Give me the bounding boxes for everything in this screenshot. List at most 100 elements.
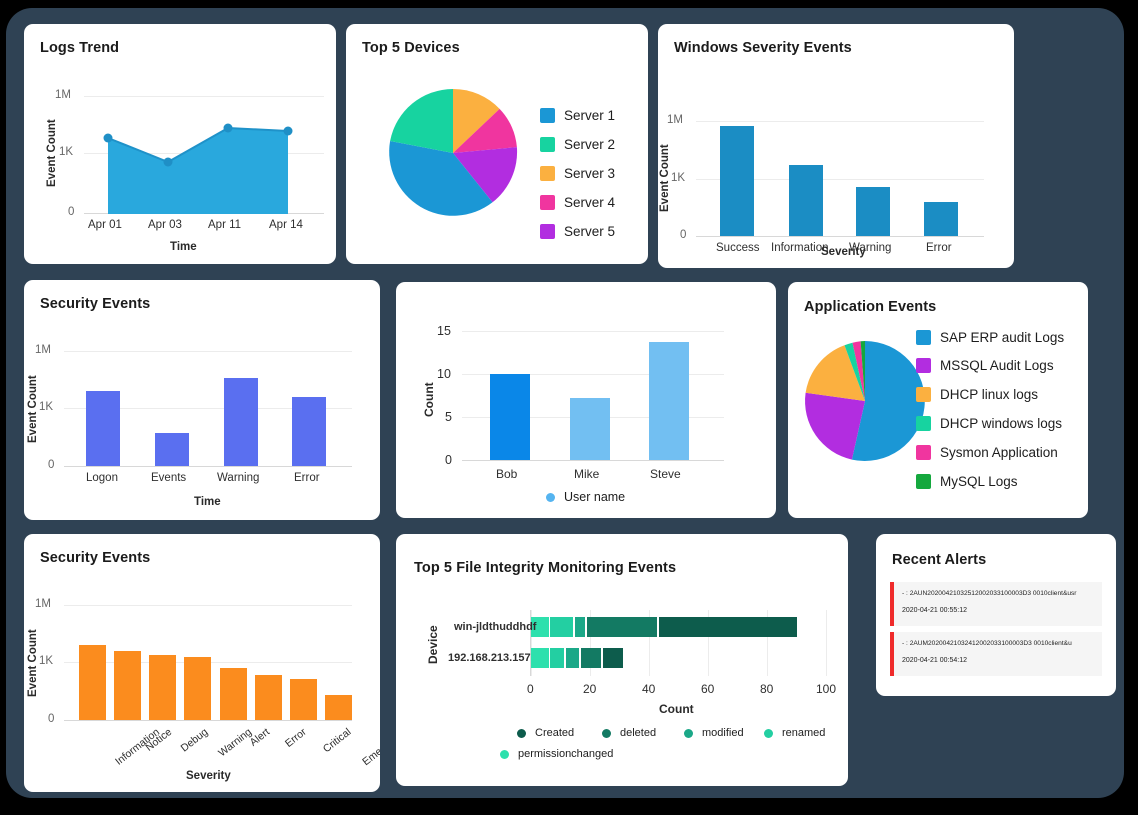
- card-security-events-time[interactable]: Security Events 1M 1K 0 Logon Events War…: [24, 280, 380, 520]
- legend-item-dhcp-linux-logs[interactable]: DHCP linux logs: [916, 387, 1038, 402]
- card-top5-devices[interactable]: Top 5 Devices Server 1 Server 2 Server 3: [346, 24, 648, 264]
- bar-warning[interactable]: [184, 657, 211, 720]
- card-application-events[interactable]: Application Events SAP ERP audit Logs MS…: [788, 282, 1088, 518]
- alert-timestamp: 2020-04-21 00:55:12: [902, 607, 967, 614]
- fim-segment-renamed[interactable]: [550, 648, 564, 668]
- x-tick-label: Emergency: [360, 726, 380, 769]
- bar-debug[interactable]: [149, 655, 176, 720]
- legend-item-created[interactable]: Created: [517, 727, 574, 739]
- y-axis-title: Event Count: [659, 144, 671, 212]
- gridline: [64, 605, 352, 606]
- x-tick-label: Error: [294, 472, 320, 484]
- legend-item-dhcp-windows-logs[interactable]: DHCP windows logs: [916, 416, 1062, 431]
- alert-message: - : 2AUM20200421032412002033100003D3 001…: [902, 640, 1072, 647]
- bar-events[interactable]: [155, 433, 189, 466]
- x-tick-label: Success: [716, 242, 760, 254]
- bar-information[interactable]: [789, 165, 823, 236]
- bar-emergency[interactable]: [325, 695, 352, 720]
- legend-dot-icon: [684, 728, 693, 738]
- legend-label: renamed: [782, 727, 826, 739]
- y-tick-label: 0: [48, 713, 55, 725]
- legend-item-permissionchanged[interactable]: permissionchanged: [500, 748, 613, 760]
- legend-swatch-icon: [540, 224, 555, 239]
- y-tick-label: win-jldthuddhdf: [454, 621, 537, 633]
- legend-item-sap-erp-audit-logs[interactable]: SAP ERP audit Logs: [916, 330, 1064, 345]
- y-tick-label: 192.168.213.157: [448, 652, 531, 664]
- legend-item-deleted[interactable]: deleted: [602, 727, 656, 739]
- legend-item-renamed[interactable]: renamed: [764, 727, 825, 739]
- legend-item-server-4[interactable]: Server 4: [540, 195, 615, 210]
- bar-information[interactable]: [79, 645, 106, 720]
- bar-mike[interactable]: [570, 398, 610, 460]
- card-user-counts[interactable]: 15 10 5 0 Bob Mike Steve Count User name: [396, 282, 776, 518]
- legend-label: modified: [702, 727, 744, 739]
- y-tick-label: 1K: [59, 146, 74, 158]
- fim-segment-deleted[interactable]: [587, 617, 658, 637]
- card-title-fim-events: Top 5 File Integrity Monitoring Events: [414, 560, 677, 576]
- legend-item-mssql-audit-logs[interactable]: MSSQL Audit Logs: [916, 358, 1054, 373]
- card-logs-trend[interactable]: Logs Trend 1M 1K 0 Apr 01 Apr 03 Apr 11 …: [24, 24, 336, 264]
- y-axis-title: Event Count: [46, 119, 58, 187]
- legend-item-modified[interactable]: modified: [684, 727, 744, 739]
- bar-warning[interactable]: [224, 378, 258, 466]
- x-tick-label: 80: [760, 682, 774, 696]
- fim-segment-created[interactable]: [659, 617, 797, 637]
- y-axis-title: Event Count: [27, 629, 39, 697]
- y-axis-line: [530, 610, 531, 676]
- y-tick-label: 1M: [667, 114, 683, 126]
- bar-notice[interactable]: [114, 651, 141, 720]
- bar-critical[interactable]: [290, 679, 317, 720]
- card-windows-severity[interactable]: Windows Severity Events 1M 1K 0 Success …: [658, 24, 1014, 268]
- x-tick-label: Error: [926, 242, 952, 254]
- x-tick-label: Alert: [247, 726, 272, 749]
- x-tick-label: Apr 03: [148, 219, 182, 231]
- card-title-top5-devices: Top 5 Devices: [362, 40, 460, 56]
- fim-segment-permissionchanged[interactable]: [531, 648, 549, 668]
- legend-label: deleted: [620, 727, 657, 739]
- legend-item-server-3[interactable]: Server 3: [540, 166, 615, 181]
- legend-label: Server 4: [564, 195, 616, 210]
- fim-segment-modified[interactable]: [565, 648, 580, 668]
- x-axis-line: [64, 720, 352, 721]
- bar-error[interactable]: [255, 675, 282, 720]
- legend-swatch-icon: [916, 358, 931, 373]
- bar-warning[interactable]: [856, 187, 890, 236]
- bar-bob[interactable]: [490, 374, 530, 460]
- x-tick-label: Warning: [217, 472, 260, 484]
- bar-steve[interactable]: [649, 342, 689, 460]
- gridline: [462, 331, 724, 332]
- gridline: [696, 121, 984, 122]
- y-tick-label: 1M: [55, 89, 71, 101]
- x-tick-label: Events: [151, 472, 187, 484]
- y-tick-label: 1K: [671, 172, 686, 184]
- legend-label: Server 1: [564, 108, 616, 123]
- bar-success[interactable]: [720, 126, 754, 236]
- fim-segment-modified[interactable]: [574, 617, 586, 637]
- bar-error[interactable]: [292, 397, 326, 466]
- legend-item-user-name[interactable]: User name: [546, 490, 625, 504]
- card-recent-alerts[interactable]: Recent Alerts - : 2AUN202004210325120020…: [876, 534, 1116, 696]
- x-axis-line: [64, 466, 352, 467]
- legend-item-server-5[interactable]: Server 5: [540, 224, 615, 239]
- legend-swatch-icon: [540, 195, 555, 210]
- fim-segment-renamed[interactable]: [550, 617, 573, 637]
- fim-segment-created[interactable]: [603, 648, 623, 668]
- legend-label: Server 5: [564, 224, 616, 239]
- gridline: [826, 610, 827, 676]
- x-tick-label: 60: [701, 682, 715, 696]
- card-security-events-severity[interactable]: Security Events 1M 1K 0 Information Noti…: [24, 534, 380, 792]
- legend-item-sysmon-application[interactable]: Sysmon Application: [916, 445, 1058, 460]
- alert-item[interactable]: - : 2AUM20200421032412002033100003D3 001…: [890, 632, 1102, 676]
- x-tick-label: 20: [583, 682, 597, 696]
- legend-item-server-1[interactable]: Server 1: [540, 108, 615, 123]
- bar-alert[interactable]: [220, 668, 247, 720]
- legend-label: Server 3: [564, 166, 616, 181]
- gridline: [64, 351, 352, 352]
- legend-item-server-2[interactable]: Server 2: [540, 137, 615, 152]
- alert-item[interactable]: - : 2AUN20200421032512002033100003D3 001…: [890, 582, 1102, 626]
- card-fim-events[interactable]: Top 5 File Integrity Monitoring Events w…: [396, 534, 848, 786]
- bar-error[interactable]: [924, 202, 958, 236]
- fim-segment-deleted[interactable]: [581, 648, 601, 668]
- bar-logon[interactable]: [86, 391, 120, 466]
- legend-item-mysql-logs[interactable]: MySQL Logs: [916, 474, 1018, 489]
